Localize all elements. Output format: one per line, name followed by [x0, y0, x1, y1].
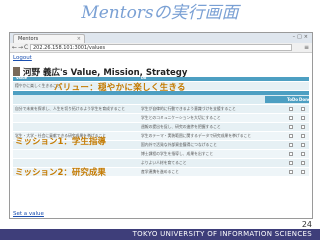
- todo-checkbox[interactable]: [289, 161, 293, 165]
- tab-title: Mentors: [18, 36, 39, 42]
- strategy-cell: 産学連携を進めること: [141, 169, 179, 174]
- strategy-cell: 学生のテーマ・実装範囲に関するデータで研究成果を挙げること: [141, 133, 252, 138]
- avatar: [13, 67, 20, 76]
- done-checkbox[interactable]: [301, 134, 305, 138]
- url-input[interactable]: 202.26.158.101:3001/values: [30, 44, 292, 51]
- mission-1-annotation: ミッション1：学生指導: [15, 137, 106, 147]
- strategy-cell: 学生が自律的に行動できるよう意識づけを支援すること: [141, 106, 236, 111]
- todo-checkbox[interactable]: [289, 116, 293, 120]
- mission-cell: 自分で未来を探求し、人生を切り拓けるよう学生を育成すること: [15, 106, 126, 111]
- strategy-cell: 国内外で活発な外部資金獲得につなげること: [141, 142, 217, 147]
- done-checkbox[interactable]: [301, 116, 305, 120]
- vision-annotation: バリュー：穏やかに楽しく生きる: [54, 83, 186, 93]
- address-bar: ← → C 202.26.158.101:3001/values ≡: [10, 43, 312, 53]
- footer-text: TOKYO UNIVERSITY OF INFORMATION SCIENCES: [132, 230, 312, 238]
- strategy-cell: 学生とのコミュニケーションを大切にすること: [141, 115, 221, 120]
- mission-subheader: ToDo Done: [13, 95, 311, 104]
- status-column-header: ToDo Done: [265, 96, 311, 103]
- strategy-cell: 博士課程の学生を指導し、成果を出すこと: [141, 151, 214, 156]
- todo-checkbox[interactable]: [289, 134, 293, 138]
- slide-title: Mentorsの実行画面: [81, 3, 239, 23]
- strategy-cell: 週報の提出を促し、研究の進捗を把握すること: [141, 124, 221, 129]
- browser-tab[interactable]: Mentors ×: [13, 34, 85, 43]
- reload-icon[interactable]: C: [24, 43, 28, 52]
- todo-checkbox[interactable]: [289, 125, 293, 129]
- todo-checkbox[interactable]: [289, 143, 293, 147]
- logout-link[interactable]: Logout: [13, 55, 32, 61]
- todo-checkbox[interactable]: [289, 170, 293, 174]
- todo-column-label: ToDo: [287, 97, 299, 102]
- done-checkbox[interactable]: [301, 170, 305, 174]
- forward-icon[interactable]: →: [18, 43, 23, 52]
- done-column-label: Done: [299, 97, 311, 102]
- strategy-cell: よりよい人材を育てること: [141, 160, 187, 165]
- done-checkbox[interactable]: [301, 152, 305, 156]
- table-row: 学生とのコミュニケーションを大切にすること: [13, 114, 309, 123]
- window-controls[interactable]: –□×: [293, 34, 310, 40]
- strategy-header: Do: [141, 76, 147, 80]
- tab-bar: Mentors × –□×: [10, 33, 312, 43]
- table-row: 自分で未来を探求し、人生を切り拓けるよう学生を育成すること 学生が自律的に行動でき…: [13, 105, 309, 114]
- browser-window: Mentors × –□× ← → C 202.26.158.101:3001/…: [9, 32, 313, 219]
- set-value-link[interactable]: Set a value: [13, 211, 44, 217]
- back-icon[interactable]: ←: [12, 43, 17, 52]
- done-checkbox[interactable]: [301, 161, 305, 165]
- value-header: Value: [16, 76, 27, 80]
- table-row: 博士課程の学生を指導し、成果を出すこと: [13, 150, 309, 159]
- table-row: 週報の提出を促し、研究の進捗を把握すること: [13, 123, 309, 132]
- mission-2-annotation: ミッション2：研究成果: [15, 168, 106, 178]
- page-number: 24: [301, 220, 312, 229]
- footer-bar: TOKYO UNIVERSITY OF INFORMATION SCIENCES: [0, 229, 320, 240]
- menu-icon[interactable]: ≡: [304, 43, 309, 52]
- done-checkbox[interactable]: [301, 107, 305, 111]
- done-checkbox[interactable]: [301, 125, 305, 129]
- todo-checkbox[interactable]: [289, 107, 293, 111]
- done-checkbox[interactable]: [301, 143, 305, 147]
- todo-checkbox[interactable]: [289, 152, 293, 156]
